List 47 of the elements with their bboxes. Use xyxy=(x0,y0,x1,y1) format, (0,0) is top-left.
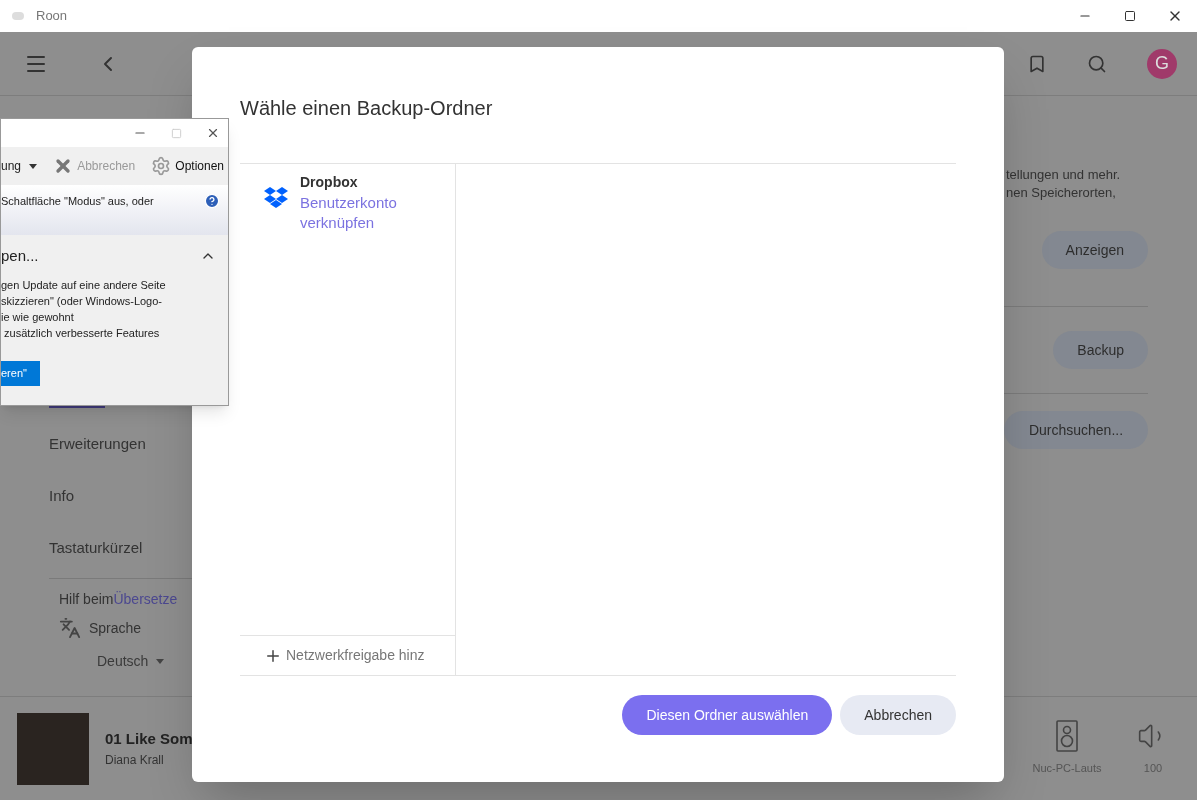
search-icon xyxy=(1087,53,1107,74)
section-title: pen... xyxy=(1,245,39,266)
language-label: Sprache xyxy=(89,618,142,638)
add-network-share-button[interactable]: Netzwerkfreigabe hinz xyxy=(240,635,455,675)
dropbox-icon xyxy=(264,186,288,210)
gear-icon xyxy=(151,156,172,176)
mode-dropdown[interactable]: ung xyxy=(1,157,38,175)
artist-name: Diana Krall xyxy=(105,751,165,769)
nav-item[interactable]: Erweiterungen xyxy=(49,432,146,456)
close-icon[interactable] xyxy=(206,126,220,140)
bookmark-button[interactable] xyxy=(1027,53,1047,74)
backup-button[interactable]: Backup xyxy=(1053,331,1148,369)
action-button[interactable]: eren" xyxy=(1,361,40,386)
speaker-icon xyxy=(1056,720,1078,753)
description-text: nen Speicherorten, xyxy=(1005,184,1117,202)
browse-button[interactable]: Durchsuchen... xyxy=(1004,411,1148,449)
app-logo-icon xyxy=(12,12,24,20)
body-text: skizzieren" (oder Windows-Logo- xyxy=(1,294,164,309)
track-title: 01 Like Som xyxy=(105,729,193,750)
body-text: gen Update auf eine andere Seite xyxy=(1,278,167,293)
window-title: Roon xyxy=(36,7,68,26)
info-text: Schaltfläche "Modus" aus, oder xyxy=(1,194,154,209)
body-text: zusätzlich verbesserte Features xyxy=(3,326,161,341)
translate-link[interactable]: Übersetze xyxy=(113,588,178,610)
description-text: tellungen und mehr. xyxy=(1005,166,1122,184)
nav-item[interactable]: Info xyxy=(49,484,75,508)
caret-icon xyxy=(29,163,38,169)
maximize-icon xyxy=(1123,10,1136,22)
location-name: Dropbox xyxy=(300,173,359,192)
dialog-title: Wähle einen Backup-Ordner xyxy=(240,96,494,121)
caret-icon xyxy=(156,659,165,664)
language-dropdown[interactable]: Deutsch xyxy=(97,651,192,672)
nav-item[interactable]: Tastaturkürzel xyxy=(49,536,143,560)
bookmark-icon xyxy=(1027,53,1047,74)
translate-text: Hilf beim xyxy=(59,589,114,609)
show-button[interactable]: Anzeigen xyxy=(1041,231,1148,269)
select-folder-button[interactable]: Diesen Ordner auswählen xyxy=(622,695,833,735)
search-button[interactable] xyxy=(1087,53,1107,74)
cancel-button[interactable]: Abbrechen xyxy=(840,695,956,735)
options-button[interactable]: Optionen xyxy=(151,156,224,176)
link-account-link[interactable]: Benutzerkonto verknüpfen xyxy=(300,193,420,233)
avatar-button[interactable]: G xyxy=(1147,48,1177,79)
translate-icon xyxy=(59,617,81,639)
help-icon[interactable] xyxy=(204,193,220,209)
location-item[interactable]: Dropbox Benutzerkonto verknüpfen xyxy=(240,164,455,233)
body-text: ie wie gewohnt xyxy=(1,310,75,325)
zone-button[interactable]: Nuc-PC-Lauts xyxy=(1025,720,1109,777)
